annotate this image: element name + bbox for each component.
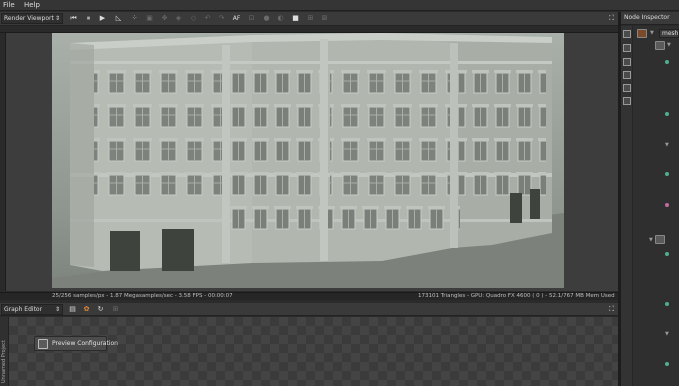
pin-icon bbox=[665, 302, 669, 306]
lock-icon[interactable]: ⊡ bbox=[247, 14, 256, 23]
viewport-status-bar: 25/256 samples/px - 1.87 Megasamples/sec… bbox=[0, 292, 618, 300]
pin-icon bbox=[665, 203, 669, 207]
graph-editor-select[interactable]: Graph Editor ⇕ bbox=[1, 304, 63, 315]
add-node-icon[interactable]: ✿ bbox=[82, 305, 91, 314]
menu-file[interactable]: File bbox=[3, 1, 15, 9]
pick-focus-icon[interactable]: ✥ bbox=[160, 14, 169, 23]
pin-icon bbox=[665, 112, 669, 116]
pin-icon bbox=[665, 172, 669, 176]
camera-icon[interactable]: ▣ bbox=[145, 14, 154, 23]
inspector-tool-icon-6[interactable] bbox=[623, 97, 631, 105]
region-icon[interactable]: ■ bbox=[291, 14, 300, 23]
play-icon[interactable]: ▶ bbox=[98, 14, 107, 23]
updown-arrow-icon: ⇕ bbox=[54, 15, 60, 22]
refresh-icon[interactable]: ↻ bbox=[96, 305, 105, 314]
sphere-icon[interactable]: ● bbox=[262, 14, 271, 23]
pick-object-icon[interactable]: ◇ bbox=[189, 14, 198, 23]
shade-icon[interactable]: ◐ bbox=[276, 14, 285, 23]
collapse-arrow-icon[interactable]: ▼ bbox=[665, 142, 669, 148]
pin-icon bbox=[665, 362, 669, 366]
graph-canvas[interactable] bbox=[9, 317, 618, 386]
render-stats-text: 173101 Triangles - GPU: Quadro FX 4600 (… bbox=[418, 293, 615, 299]
viewport-mode-select[interactable]: Render Viewport ⇕ bbox=[1, 13, 63, 24]
preview-node-label: Preview Configuration bbox=[52, 340, 118, 347]
inspector-tool-icon-4[interactable] bbox=[623, 71, 631, 79]
menu-help[interactable]: Help bbox=[24, 1, 40, 9]
redo-icon[interactable]: ↷ bbox=[217, 14, 226, 23]
building-render bbox=[52, 33, 564, 288]
pin-icon bbox=[665, 60, 669, 64]
inspector-title: Node Inspector bbox=[624, 14, 670, 21]
collapse-arrow-icon[interactable]: ▼ bbox=[649, 237, 653, 243]
autofocus-icon[interactable]: AF bbox=[232, 14, 241, 23]
pin-icon bbox=[665, 252, 669, 256]
inspector-tool-icon-5[interactable] bbox=[623, 84, 631, 92]
ruler-icon[interactable]: ◺ bbox=[114, 14, 123, 23]
graph-editor-title: Graph Editor bbox=[4, 306, 43, 313]
updown-arrow-icon: ⇕ bbox=[54, 306, 60, 313]
undo-icon[interactable]: ↶ bbox=[203, 14, 212, 23]
collapse-arrow-icon[interactable]: ▼ bbox=[665, 331, 669, 337]
render-progress-text: 25/256 samples/px - 1.87 Megasamples/sec… bbox=[52, 293, 233, 299]
project-tab-label[interactable]: Unnamed Project bbox=[1, 340, 7, 383]
save-icon[interactable]: ▤ bbox=[68, 305, 77, 314]
inspector-body: ▼ ▼ ▼ ▼ ▼ bbox=[633, 26, 679, 386]
grid-toggle-icon[interactable]: ⊞ bbox=[111, 305, 120, 314]
pause-icon[interactable]: ⏸ bbox=[84, 14, 93, 23]
collapse-arrow-icon[interactable]: ▼ bbox=[650, 30, 654, 36]
viewport-mode-label: Render Viewport bbox=[4, 15, 54, 22]
preview-configuration-node[interactable]: Preview Configuration bbox=[34, 336, 118, 351]
sphere-node-icon[interactable] bbox=[655, 41, 665, 50]
preview-node-icon bbox=[38, 339, 48, 349]
pick-material-icon[interactable]: ◈ bbox=[174, 14, 183, 23]
menu-bar: File Help bbox=[0, 0, 679, 11]
render-image[interactable] bbox=[52, 33, 564, 288]
mesh-label[interactable]: mesh bbox=[659, 29, 679, 38]
graph-editor-toolbar: Graph Editor ⇕ ▤ ✿ ↻ ⊞ ⛶ bbox=[0, 303, 618, 316]
inspector-tool-icon-3[interactable] bbox=[623, 58, 631, 66]
expand-icon[interactable]: ⛶ bbox=[607, 14, 616, 23]
project-tab-strip: Unnamed Project bbox=[0, 317, 9, 386]
collapse-arrow-icon[interactable]: ▼ bbox=[667, 42, 671, 48]
rewind-icon[interactable]: ⏮ bbox=[69, 14, 78, 23]
inspector-toolbar bbox=[621, 26, 633, 386]
viewport-toolbar: Render Viewport ⇕ ⏮ ⏸ ▶ ◺ ⁘ ▣ ✥ ◈ ◇ ↶ ↷ … bbox=[0, 12, 618, 26]
inspector-tool-icon-1[interactable] bbox=[623, 30, 631, 38]
scatter-icon[interactable]: ⁘ bbox=[130, 14, 139, 23]
mesh-node-icon[interactable] bbox=[637, 29, 647, 38]
grid-icon[interactable]: ⊠ bbox=[320, 14, 329, 23]
inspector-title-bar: Node Inspector bbox=[621, 12, 679, 25]
crop-icon[interactable]: ⊞ bbox=[306, 14, 315, 23]
sphere-node-icon[interactable] bbox=[655, 235, 665, 244]
expand-graph-icon[interactable]: ⛶ bbox=[607, 305, 616, 314]
inspector-tool-icon-2[interactable] bbox=[623, 44, 631, 52]
